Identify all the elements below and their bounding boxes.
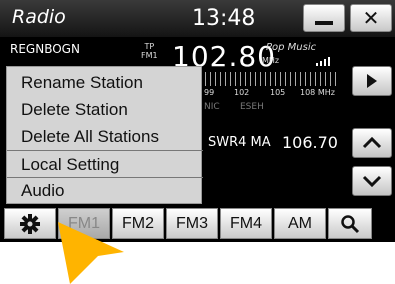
program-type: Pop Music: [266, 42, 317, 53]
menu-item-delete-all-stations[interactable]: Delete All Stations: [7, 123, 203, 150]
scroll-down-button[interactable]: [352, 166, 392, 196]
play-icon: [367, 74, 377, 88]
radio-text-left: NIC: [204, 102, 220, 112]
menu-item-rename-station[interactable]: Rename Station: [7, 69, 203, 96]
pointer-arrow: [58, 222, 124, 284]
minimize-icon: [315, 21, 333, 25]
tab-am[interactable]: AM: [274, 208, 326, 239]
frequency-unit: MHz: [262, 56, 280, 65]
scale-label: 108 MHz: [300, 88, 335, 97]
station-name: REGNBOGN: [10, 42, 80, 56]
search-button[interactable]: [328, 208, 372, 239]
frequency-scale[interactable]: 99 102 105 108 MHz: [200, 72, 350, 106]
chevron-down-icon: [362, 175, 382, 187]
play-button[interactable]: [352, 66, 392, 96]
radio-screen: Radio 13:48 ✕ REGNBOGN TP FM1 102.80 Pop…: [0, 0, 395, 242]
settings-menu: Rename Station Delete Station Delete All…: [6, 66, 203, 204]
scale-label: 105: [270, 88, 286, 97]
search-icon: [341, 214, 360, 233]
preset-row[interactable]: SWR4 MA 106.70: [200, 130, 345, 158]
scroll-up-button[interactable]: [352, 128, 392, 158]
chevron-up-icon: [362, 137, 382, 149]
radio-text-right: ESEH: [240, 102, 264, 112]
close-icon: ✕: [362, 6, 380, 30]
close-button[interactable]: ✕: [350, 4, 392, 32]
tab-fm4[interactable]: FM4: [220, 208, 272, 239]
preset-frequency: 106.70: [282, 133, 338, 152]
menu-item-audio[interactable]: Audio: [7, 177, 203, 204]
tp-band-indicator: TP FM1: [141, 42, 158, 60]
title-bar: Radio 13:48 ✕: [0, 0, 395, 37]
scale-label: 102: [234, 88, 250, 97]
menu-item-delete-station[interactable]: Delete Station: [7, 96, 203, 123]
scale-ticks: [200, 72, 340, 86]
minimize-button[interactable]: [303, 4, 345, 32]
tab-fm3[interactable]: FM3: [166, 208, 218, 239]
signal-strength-icon: [316, 57, 330, 66]
preset-name: SWR4 MA: [208, 135, 271, 150]
clock: 13:48: [192, 6, 256, 31]
app-title: Radio: [12, 6, 66, 28]
menu-item-local-setting[interactable]: Local Setting: [7, 151, 203, 178]
gear-icon: [20, 213, 40, 234]
scale-label: 99: [204, 88, 215, 97]
band-indicator: FM1: [141, 51, 158, 60]
tp-indicator: TP: [144, 42, 155, 51]
